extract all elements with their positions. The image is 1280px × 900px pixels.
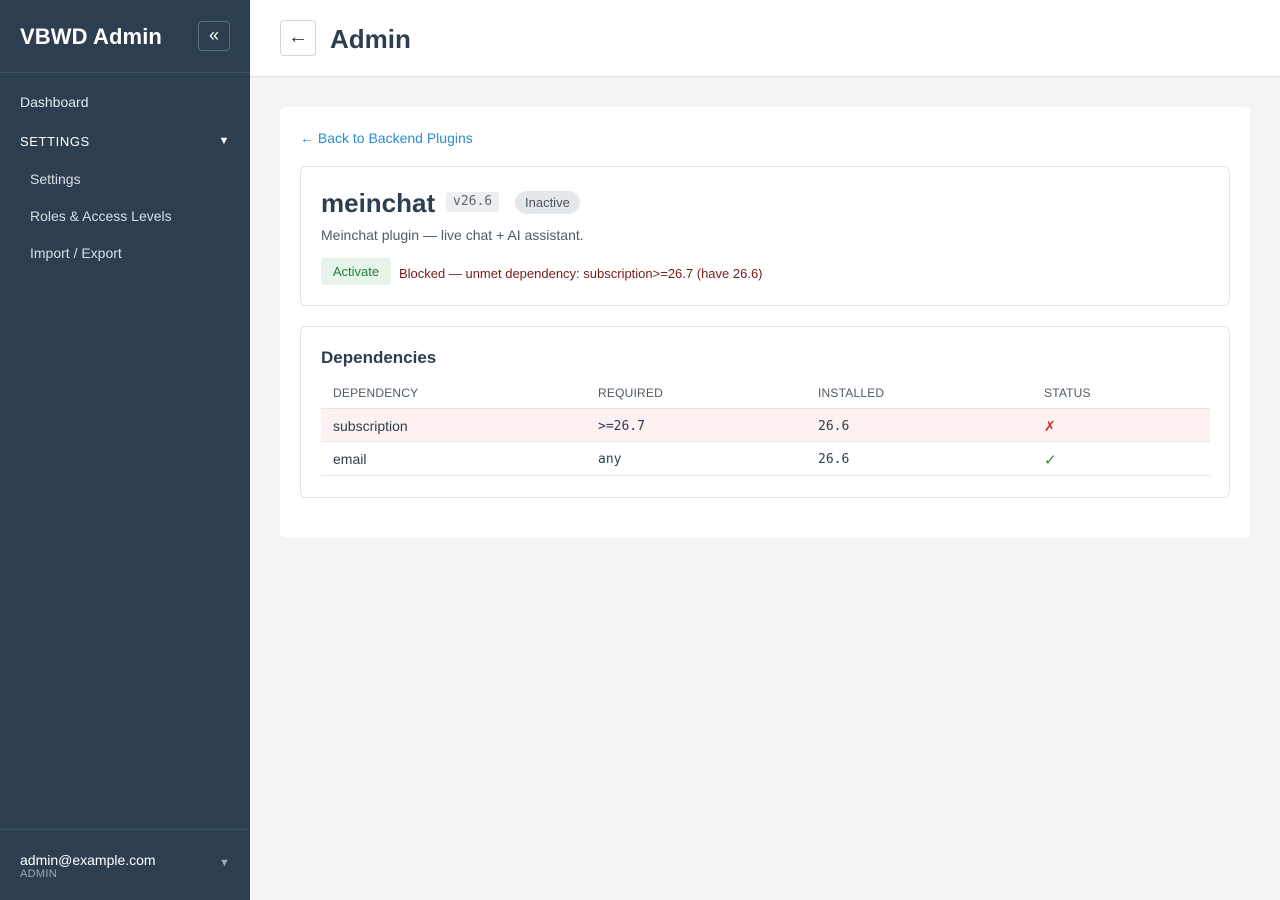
status-badge: Inactive [515, 191, 580, 214]
column-header-installed: INSTALLED [818, 386, 885, 400]
sidebar-section-settings[interactable]: SETTINGS ▼ [20, 134, 230, 149]
plugin-name: meinchat [321, 188, 436, 218]
dependency-installed: 26.6 [818, 452, 850, 467]
dependency-required: any [598, 452, 622, 467]
user-role: ADMIN [20, 868, 57, 880]
dependency-required: >=26.7 [598, 419, 645, 434]
blocked-message: Blocked — unmet dependency: subscription… [399, 266, 763, 281]
dependency-name: subscription [333, 418, 408, 434]
back-button[interactable]: ← [280, 20, 316, 56]
dependencies-title: Dependencies [321, 348, 437, 367]
back-to-plugins-link[interactable]: ← Back to Backend Plugins [300, 130, 473, 146]
sidebar-item-import-export[interactable]: Import / Export [30, 245, 122, 261]
user-email: admin@example.com [20, 852, 156, 868]
table-row: subscription >=26.7 26.6 ✗ [321, 408, 1210, 442]
plugin-summary-card: meinchat v26.6 Inactive Meinchat plugin … [300, 166, 1230, 306]
dependency-installed: 26.6 [818, 419, 850, 434]
topbar: ← Admin [250, 0, 1280, 77]
plugin-version-badge: v26.6 [446, 192, 500, 212]
sidebar-section-label: SETTINGS [20, 134, 90, 149]
cross-icon: ✗ [1044, 418, 1056, 434]
sidebar-item-settings[interactable]: Settings [30, 171, 81, 187]
activate-button[interactable]: Activate [321, 258, 391, 285]
column-header-status: STATUS [1044, 386, 1091, 400]
dependency-name: email [333, 451, 367, 467]
plugin-description: Meinchat plugin — live chat + AI assista… [321, 227, 584, 243]
column-header-dependency: DEPENDENCY [333, 386, 419, 400]
chevron-down-icon: ▼ [218, 135, 230, 147]
dependencies-card: Dependencies DEPENDENCY REQUIRED INSTALL… [300, 326, 1230, 498]
sidebar-item-roles-access-levels[interactable]: Roles & Access Levels [30, 208, 172, 224]
brand-title: VBWD Admin [20, 24, 162, 49]
sidebar-item-dashboard[interactable]: Dashboard [20, 94, 89, 110]
column-header-required: REQUIRED [598, 386, 663, 400]
page-title: Admin [330, 24, 411, 54]
chevron-down-icon: ▼ [219, 857, 230, 869]
check-icon: ✓ [1044, 452, 1057, 469]
user-menu[interactable]: admin@example.com ADMIN ▼ [0, 829, 250, 900]
table-row: email any 26.6 ✓ [321, 442, 1210, 476]
collapse-sidebar-button[interactable]: « [198, 21, 230, 51]
sidebar: VBWD Admin « Dashboard SETTINGS ▼ Settin… [0, 0, 250, 900]
sidebar-header: VBWD Admin « [0, 0, 250, 73]
plugin-detail-panel: ← Back to Backend Plugins meinchat v26.6… [280, 107, 1250, 538]
